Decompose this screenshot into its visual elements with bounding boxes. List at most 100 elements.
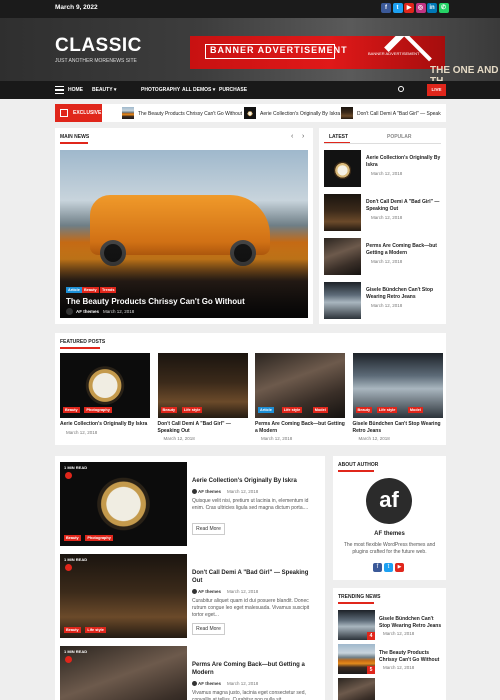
tab-latest[interactable]: LATEST (329, 134, 348, 140)
read-more-button[interactable]: Read More (192, 623, 225, 635)
facebook-icon[interactable]: f (381, 3, 391, 13)
post-tag[interactable]: Model (312, 407, 328, 413)
featured-thumb[interactable]: Beauty Life style Model (352, 353, 443, 418)
trending-thumb[interactable]: 6 (338, 678, 375, 700)
play-icon[interactable] (65, 564, 72, 571)
author-name[interactable]: AF themes (333, 531, 446, 537)
ticker-item[interactable]: Don't Call Demi A "Bad Girl" — Speak (357, 111, 446, 117)
nav-all-demos[interactable]: ALL DEMOS ▾ (182, 87, 215, 93)
featured-date: March 12, 2018 (66, 430, 98, 435)
post-tag[interactable]: Model (407, 407, 423, 413)
featured-thumb[interactable]: Article Life style Model (255, 353, 345, 418)
post-author[interactable]: AF themes (198, 489, 221, 494)
post-title[interactable]: Perms Are Coming Back—but Getting a Mode… (192, 661, 320, 677)
main-news-headline[interactable]: The Beauty Products Chrissy Can't Go Wit… (66, 297, 245, 306)
site-logo[interactable]: CLASSIC (55, 35, 142, 57)
trending-rank: 5 (367, 666, 375, 674)
author-logo[interactable]: af (366, 478, 412, 524)
menu-icon[interactable] (55, 86, 64, 94)
instagram-icon[interactable]: ◎ (415, 3, 426, 13)
section-underline (60, 142, 88, 144)
post-tag[interactable]: Photography (84, 407, 112, 413)
trending-news-widget: TRENDING NEWS 4 Gisele Bündchen Can't Sto… (333, 588, 446, 700)
post-author[interactable]: AF themes (198, 681, 221, 686)
featured-thumb[interactable]: Beauty Life style (157, 353, 248, 418)
tag-trends[interactable]: Trends (100, 287, 117, 293)
youtube-icon[interactable]: ▶ (395, 563, 404, 572)
featured-thumb[interactable]: Beauty Photography (60, 353, 150, 418)
latest-title[interactable]: Don't Call Demi A "Bad Girl" — Speaking … (366, 199, 442, 213)
trending-title[interactable]: Gisele Bündchen Can't Stop Wearing Retro… (379, 616, 443, 630)
post-tag[interactable]: Beauty (355, 407, 373, 413)
read-more-button[interactable]: Read More (192, 523, 225, 535)
featured-title[interactable]: Perms Are Coming Back—but Getting a Mode… (255, 421, 347, 435)
trending-thumb[interactable]: 5 (338, 644, 375, 674)
trending-thumb[interactable]: 4 (338, 610, 375, 640)
banner-advertisement[interactable]: BANNER ADVERTISEMENT BANNER ADVERTISEMEN… (190, 36, 445, 69)
latest-title[interactable]: Aerie Collection's Originally By Iskra (366, 155, 442, 169)
play-icon[interactable] (65, 472, 72, 479)
trending-rank: 4 (367, 632, 375, 640)
post-thumb[interactable]: 1 MIN READ (60, 646, 187, 700)
live-button[interactable]: LIVE (427, 84, 446, 96)
twitter-icon[interactable]: t (392, 3, 403, 13)
featured-title[interactable]: Aerie Collection's Originally By Iskra (60, 421, 152, 428)
post-tag[interactable]: Photography (85, 535, 113, 541)
post-date: March 12, 2018 (103, 309, 135, 314)
nav-beauty[interactable]: BEAUTY ▾ (92, 87, 116, 93)
main-news-image[interactable]: Article Beauty Trends The Beauty Product… (60, 150, 308, 318)
tag-beauty[interactable]: Beauty (82, 287, 99, 293)
youtube-icon[interactable]: ▶ (404, 3, 414, 13)
post-author[interactable]: AF themes (76, 309, 99, 314)
chevron-right-icon[interactable]: › (302, 133, 304, 140)
nav-purchase[interactable]: PURCHASE (219, 87, 247, 93)
post-title[interactable]: Aerie Collection's Originally By Iskra (192, 477, 320, 485)
ticker-item[interactable]: Aerie Collection's Originally By Iskra (260, 111, 340, 117)
post-tag[interactable]: Beauty (63, 407, 80, 413)
post-excerpt: Curabitur aliquet quam id dui posuere bl… (192, 598, 310, 618)
linkedin-icon[interactable]: in (427, 3, 437, 13)
chevron-left-icon[interactable]: ‹ (291, 133, 293, 140)
tab-popular[interactable]: POPULAR (387, 134, 411, 140)
post-tag[interactable]: Beauty (64, 627, 81, 633)
tag-article[interactable]: Article (66, 287, 82, 293)
post-tag[interactable]: Article (258, 407, 274, 413)
ticker-thumb[interactable] (122, 107, 134, 119)
post-thumb[interactable]: 1 MIN READ Beauty Photography (60, 462, 187, 546)
post-author[interactable]: AF themes (198, 589, 221, 594)
ticker-item[interactable]: The Beauty Products Chrissy Can't Go Wit… (138, 111, 242, 117)
play-icon[interactable] (65, 656, 72, 663)
read-time: 1 MIN READ (64, 649, 88, 654)
featured-title[interactable]: Gisele Bündchen Can't Stop Wearing Retro… (353, 421, 445, 435)
facebook-icon[interactable]: f (373, 563, 382, 572)
featured-posts-section: FEATURED POSTS Beauty Photography Aerie Co… (55, 333, 446, 445)
latest-title[interactable]: Perms Are Coming Back—but Getting a Mode… (366, 243, 442, 257)
latest-thumb[interactable] (324, 282, 361, 319)
post-tag[interactable]: Life style (85, 627, 106, 633)
ticker-thumb[interactable] (244, 107, 256, 119)
post-list-section: 1 MIN READ Beauty Photography Aerie Collect… (55, 456, 325, 700)
twitter-icon[interactable]: t (384, 563, 393, 572)
featured-title[interactable]: Don't Call Demi A "Bad Girl" — Speaking … (158, 421, 250, 435)
latest-thumb[interactable] (324, 194, 361, 231)
post-title[interactable]: Don't Call Demi A "Bad Girl" — Speaking … (192, 569, 320, 585)
main-news-section: MAIN NEWS ‹ › Article Beauty Trends The … (55, 128, 313, 324)
post-tag[interactable]: Life style (181, 407, 203, 413)
post-thumb[interactable]: 1 MIN READ Beauty Life style (60, 554, 187, 638)
nav-photography[interactable]: PHOTOGRAPHY (141, 87, 180, 93)
ticker-thumb[interactable] (341, 107, 353, 119)
post-tag[interactable]: Life style (376, 407, 398, 413)
post-tag[interactable]: Beauty (160, 407, 178, 413)
latest-thumb[interactable] (324, 238, 361, 275)
trending-title[interactable]: The Beauty Products Chrissy Can't Go Wit… (379, 650, 443, 664)
latest-title[interactable]: Gisele Bündchen Can't Stop Wearing Retro… (366, 287, 442, 301)
avatar (192, 489, 197, 494)
latest-thumb[interactable] (324, 150, 361, 187)
nav-home[interactable]: HOME (68, 87, 83, 93)
featured-date: March 12, 2018 (261, 436, 293, 441)
post-tag[interactable]: Life style (281, 407, 303, 413)
search-icon[interactable] (398, 86, 404, 92)
latest-date: March 12, 2018 (371, 215, 403, 220)
post-tag[interactable]: Beauty (64, 535, 81, 541)
whatsapp-icon[interactable]: ✆ (438, 3, 449, 13)
